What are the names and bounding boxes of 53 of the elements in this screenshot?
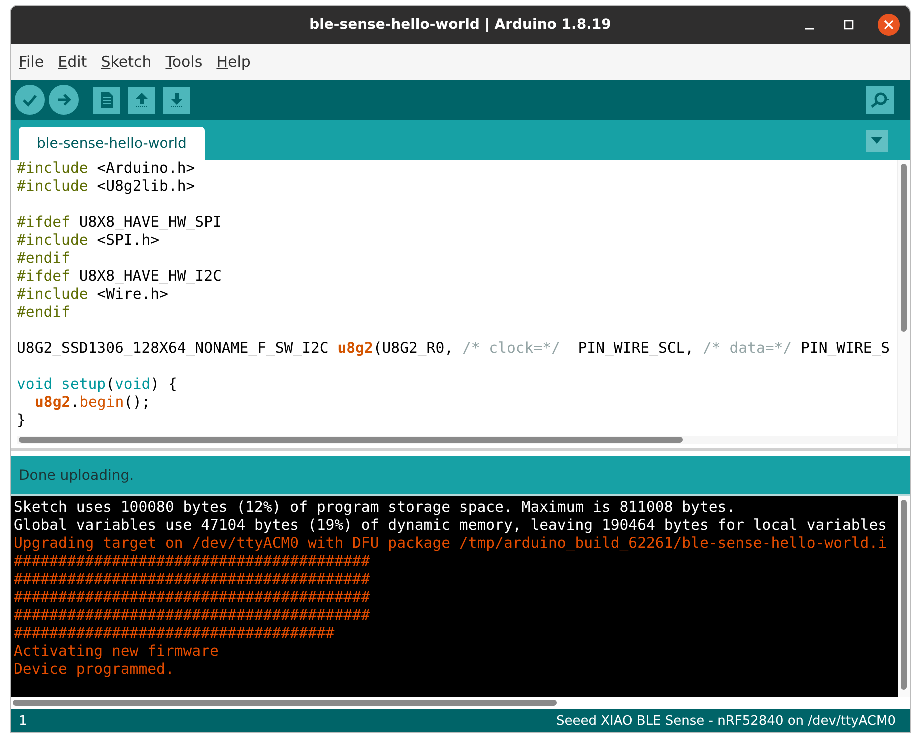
arrow-up-icon (134, 91, 150, 109)
menu-item[interactable]: File (19, 53, 44, 71)
console-line: #################################### (14, 625, 336, 643)
code-line: #endif (17, 250, 72, 268)
document-icon (100, 91, 114, 109)
console-line: Upgrading target on /dev/ttyACM0 with DFU package /tmp/arduino_build_62261/ble-sense-hello-world.i (14, 535, 888, 553)
caret-icon (871, 137, 883, 145)
console-line: Device programmed. (14, 661, 176, 679)
window-title: ble-sense-hello-world | Arduino 1.8.19 (310, 17, 612, 33)
arrow-down-icon (168, 91, 184, 109)
tab-menu-button[interactable] (866, 130, 888, 152)
console-line: ######################################## (14, 589, 372, 607)
code-line: #include <SPI.h> (17, 232, 161, 250)
close-icon (884, 20, 894, 30)
magnifier-icon (870, 91, 890, 109)
scrollbar-thumb[interactable] (13, 700, 557, 706)
scrollbar-thumb[interactable] (901, 164, 907, 332)
serial-monitor-button[interactable] (866, 86, 894, 114)
code-line: void setup(void) { (17, 376, 178, 394)
code-line: } (17, 412, 27, 430)
arrow-right-icon (56, 92, 72, 108)
code-line: U8G2_SSD1306_128X64_NONAME_F_SW_I2C u8g2(U8G2_R0, /* clock=*/ PIN_WIRE_SCL, /* data=*/ PIN_WIRE_S (17, 340, 892, 358)
close-button[interactable] (878, 14, 900, 36)
menu-item[interactable]: Help (216, 53, 251, 71)
console-line: Global variables use 47104 bytes (19%) of dynamic memory, leaving 190464 bytes for local variables (14, 517, 888, 535)
console-line: Sketch uses 100080 bytes (12%) of program storage space. Maximum is 811008 bytes. (14, 499, 737, 517)
scrollbar-thumb[interactable] (901, 500, 907, 690)
save-button[interactable] (163, 86, 190, 114)
verify-button[interactable] (15, 85, 45, 115)
line-number: 1 (19, 714, 28, 728)
minimize-icon (804, 28, 814, 30)
status-message: Done uploading. (19, 468, 134, 484)
upload-button[interactable] (49, 85, 79, 115)
menu-item[interactable]: Edit (58, 53, 88, 71)
code-line: #ifdef U8X8_HAVE_HW_SPI (17, 214, 223, 232)
console-line: ######################################## (14, 571, 372, 589)
console-line: Activating new firmware (14, 643, 220, 661)
maximize-icon (844, 20, 854, 30)
scrollbar-thumb[interactable] (19, 437, 683, 443)
console-line: ######################################## (14, 607, 372, 625)
code-line: u8g2.begin(); (34, 394, 152, 412)
menu-item[interactable]: Tools (166, 53, 203, 71)
code-line: #include <Arduino.h> (17, 160, 196, 178)
code-line: #endif (17, 304, 72, 322)
board-port-label: Seeed XIAO BLE Sense - nRF52840 on /dev/ttyACM0 (556, 714, 896, 728)
code-line: #include <Wire.h> (17, 286, 170, 304)
console-line: ######################################## (14, 553, 372, 571)
new-sketch-button[interactable] (93, 86, 120, 114)
code-line: #ifdef U8X8_HAVE_HW_I2C (17, 268, 223, 286)
sketch-tab[interactable]: ble-sense-hello-world (19, 127, 205, 160)
open-button[interactable] (128, 86, 155, 114)
code-line: #include <U8g2lib.h> (17, 178, 196, 196)
menu-item[interactable]: Sketch (101, 53, 152, 71)
